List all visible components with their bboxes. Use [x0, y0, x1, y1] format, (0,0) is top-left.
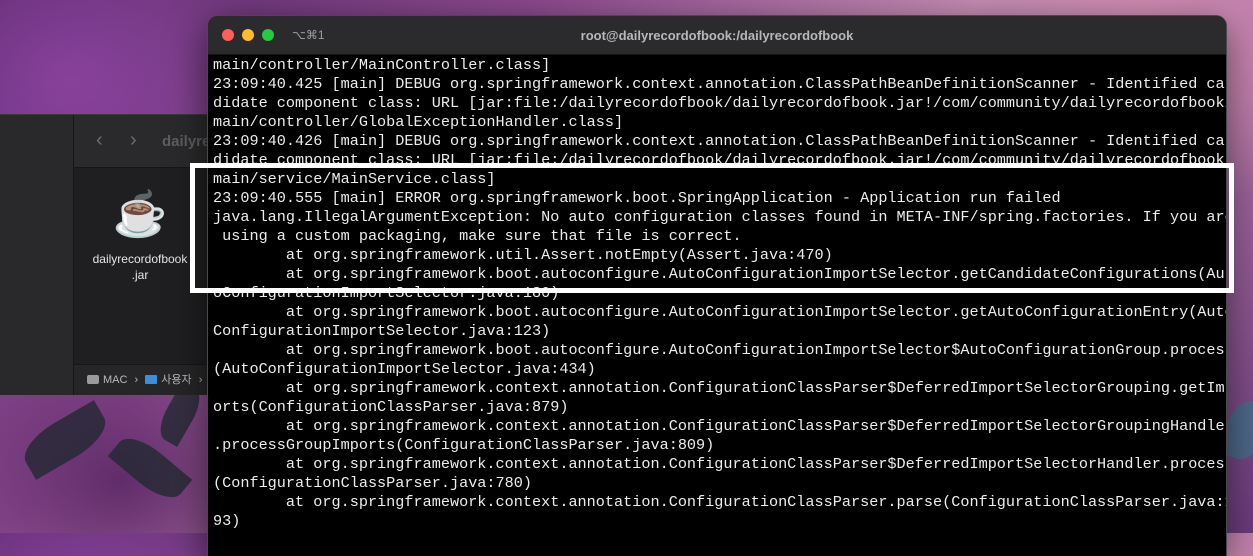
terminal-line: (AutoConfigurationImportSelector.java:43…	[213, 360, 596, 378]
forward-arrow-icon[interactable]: ›	[130, 129, 137, 152]
path-separator: ›	[198, 374, 203, 386]
disk-icon	[87, 375, 99, 384]
finder-path-bar: MAC › 사용자 ›	[74, 364, 215, 395]
finder-window[interactable]: ‹ › dailyre ☕ dailyrecordofbook .jar MAC…	[0, 114, 215, 395]
terminal-line: 23:09:40.426 [main] DEBUG org.springfram…	[213, 132, 1226, 150]
terminal-line: at org.springframework.context.annotatio…	[213, 493, 1226, 511]
terminal-line: main/controller/MainController.class]	[213, 56, 551, 74]
path-disk[interactable]: MAC	[103, 374, 127, 386]
terminal-line: at org.springframework.context.annotatio…	[213, 379, 1226, 397]
terminal-line: 23:09:40.425 [main] DEBUG org.springfram…	[213, 75, 1226, 93]
terminal-output[interactable]: main/controller/MainController.class] 23:…	[213, 56, 1226, 531]
jar-file-icon[interactable]: ☕	[110, 185, 170, 255]
path-separator: ›	[134, 374, 139, 386]
highlight-box	[190, 163, 1234, 293]
jar-file-label-line2: .jar	[131, 268, 149, 282]
terminal-line: 93)	[213, 512, 241, 530]
back-arrow-icon[interactable]: ‹	[96, 129, 103, 152]
terminal-line: (ConfigurationClassParser.java:780)	[213, 474, 532, 492]
finder-sidebar[interactable]	[0, 115, 74, 395]
terminal-line: didate component class: URL [jar:file:/d…	[213, 94, 1226, 112]
terminal-line: ConfigurationImportSelector.java:123)	[213, 322, 551, 340]
terminal-titlebar[interactable]: ⌥⌘1 root@dailyrecordofbook:/dailyrecordo…	[208, 16, 1226, 55]
folder-icon	[145, 375, 158, 384]
terminal-title: root@dailyrecordofbook:/dailyrecordofboo…	[580, 28, 854, 43]
terminal-line: orts(ConfigurationClassParser.java:879)	[213, 398, 569, 416]
terminal-line: .processGroupImports(ConfigurationClassP…	[213, 436, 715, 454]
terminal-line: at org.springframework.context.annotatio…	[213, 455, 1226, 473]
java-cup-icon: ☕	[112, 190, 168, 239]
terminal-line: at org.springframework.context.annotatio…	[213, 417, 1226, 435]
wallpaper-leaf	[16, 400, 114, 480]
jar-file-label[interactable]: dailyrecordofbook .jar	[80, 251, 200, 283]
finder-folder-title: dailyre	[162, 133, 211, 150]
path-folder[interactable]: 사용자	[161, 374, 191, 386]
terminal-line: at org.springframework.boot.autoconfigur…	[213, 303, 1226, 321]
jar-file-label-line1: dailyrecordofbook	[92, 252, 188, 266]
terminal-line: main/controller/GlobalExceptionHandler.c…	[213, 113, 624, 131]
terminal-line: at org.springframework.boot.autoconfigur…	[213, 341, 1226, 359]
